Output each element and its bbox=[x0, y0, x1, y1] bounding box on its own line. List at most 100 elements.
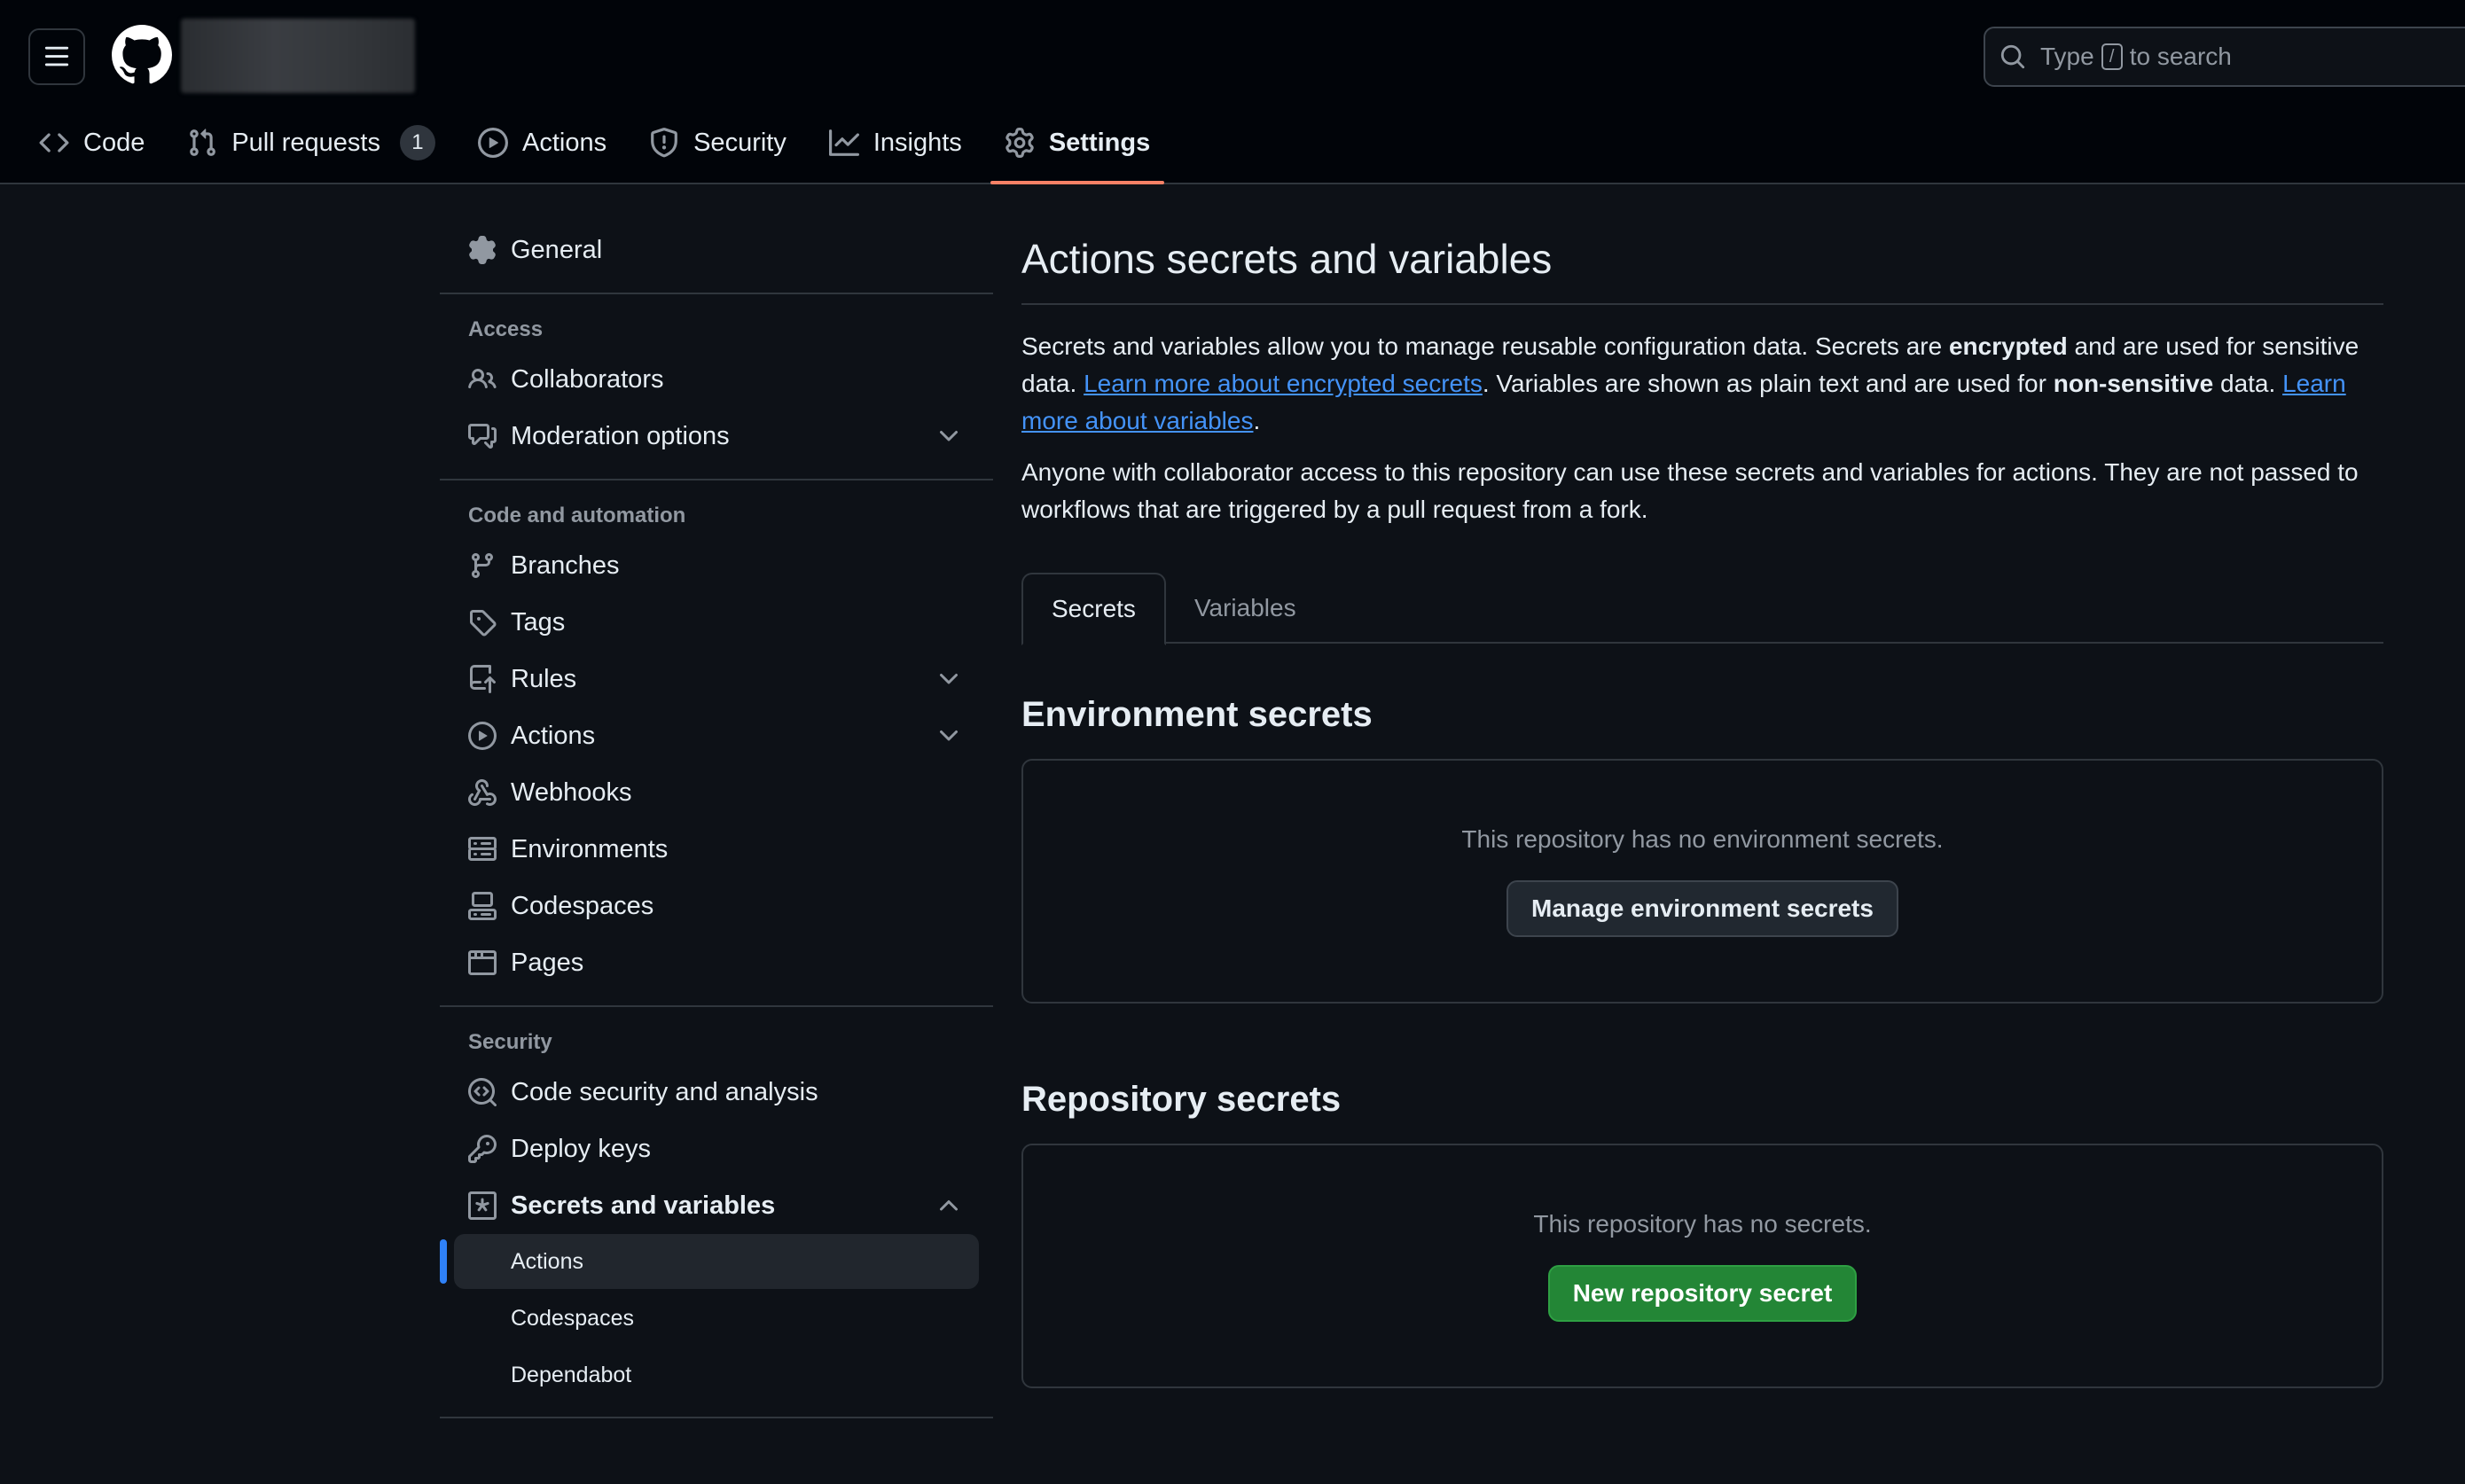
git-pull-request-icon bbox=[190, 129, 216, 156]
sidebar-item-collaborators[interactable]: Collaborators bbox=[440, 351, 993, 408]
page-title: Actions secrets and variables bbox=[1021, 222, 2383, 305]
description-text: . Variables are shown as plain text and … bbox=[1482, 370, 2054, 397]
chevron-down-icon[interactable] bbox=[935, 665, 963, 693]
tab-pull-requests[interactable]: Pull requests 1 bbox=[173, 115, 450, 170]
git-branch-icon bbox=[471, 553, 493, 579]
tab-settings-label: Settings bbox=[1048, 128, 1151, 157]
tab-secrets[interactable]: Secrets bbox=[1021, 573, 1166, 645]
people-icon bbox=[468, 368, 497, 389]
sidebar-divider bbox=[440, 1417, 993, 1418]
repository-secrets-heading: Repository secrets bbox=[1021, 1079, 1342, 1119]
sidebar-item-label: Code security and analysis bbox=[511, 1077, 818, 1106]
tab-actions[interactable]: Actions bbox=[464, 115, 621, 170]
app-header: Type / to search Code Pull requests 1 Ac… bbox=[0, 0, 2465, 184]
repo-nav: Code Pull requests 1 Actions Security In… bbox=[25, 115, 1178, 184]
sidebar-item-secrets-and-variables[interactable]: Secrets and variables bbox=[440, 1177, 993, 1234]
chevron-down-icon[interactable] bbox=[935, 722, 963, 750]
sidebar-item-label: Pages bbox=[511, 948, 584, 977]
tab-settings[interactable]: Settings bbox=[990, 115, 1165, 184]
repository-secrets-box: This repository has no secrets. New repo… bbox=[1021, 1144, 2383, 1388]
sidebar-item-label: Branches bbox=[511, 551, 620, 580]
tab-code[interactable]: Code bbox=[25, 115, 159, 170]
browser-icon bbox=[468, 950, 497, 975]
key-icon bbox=[468, 1135, 497, 1163]
search-suffix: to search bbox=[2129, 43, 2232, 70]
sidebar-item-rules[interactable]: Rules bbox=[440, 651, 993, 707]
sidebar-item-label: Moderation options bbox=[511, 421, 730, 450]
sidebar-subitem-actions[interactable]: Actions bbox=[440, 1234, 979, 1289]
sidebar-subitem-label: Actions bbox=[511, 1248, 583, 1274]
sidebar-heading-access: Access bbox=[468, 317, 544, 341]
sidebar-item-environments[interactable]: Environments bbox=[440, 821, 993, 878]
main-content: Actions secrets and variables Secrets an… bbox=[1021, 222, 2383, 1388]
environment-secrets-heading: Environment secrets bbox=[1021, 694, 1373, 734]
chevron-up-icon[interactable] bbox=[935, 1191, 963, 1220]
tab-insights[interactable]: Insights bbox=[815, 115, 976, 170]
description-text: Secrets and variables allow you to manag… bbox=[1021, 332, 1949, 360]
tab-insights-label: Insights bbox=[873, 128, 962, 157]
sidebar-item-tags[interactable]: Tags bbox=[440, 594, 993, 651]
tab-actions-label: Actions bbox=[521, 128, 607, 157]
search-shortcut-key: / bbox=[2101, 43, 2123, 70]
sidebar-item-label: Collaborators bbox=[511, 364, 664, 394]
search-placeholder: Type / to search bbox=[2040, 43, 2232, 71]
play-icon bbox=[477, 128, 508, 158]
sidebar-item-webhooks[interactable]: Webhooks bbox=[440, 764, 993, 821]
sidebar-heading-code-automation: Code and automation bbox=[468, 504, 686, 527]
webhook-icon bbox=[468, 778, 497, 806]
secrets-variables-tabs: Secrets Variables bbox=[1021, 573, 2383, 645]
new-repository-secret-button[interactable]: New repository secret bbox=[1547, 1265, 1858, 1322]
sidebar-heading-security: Security bbox=[468, 1030, 552, 1054]
environment-secrets-empty-text: This repository has no environment secre… bbox=[1461, 825, 1944, 853]
sidebar-item-label: Webhooks bbox=[511, 777, 632, 807]
sidebar-item-pages[interactable]: Pages bbox=[440, 934, 993, 991]
sidebar-item-label: Codespaces bbox=[511, 891, 654, 920]
sidebar-item-label: Actions bbox=[511, 721, 596, 750]
chevron-down-icon[interactable] bbox=[935, 422, 963, 450]
sidebar-item-general[interactable]: General bbox=[440, 222, 993, 278]
sidebar-divider bbox=[440, 1005, 993, 1007]
sidebar-item-label: Tags bbox=[511, 607, 566, 637]
asterisk-box-icon bbox=[468, 1191, 497, 1220]
code-icon bbox=[39, 133, 69, 152]
codespaces-icon bbox=[468, 892, 497, 920]
server-icon bbox=[468, 837, 497, 861]
pull-requests-count-badge: 1 bbox=[399, 125, 435, 160]
sidebar-item-label: Secrets and variables bbox=[511, 1191, 776, 1220]
repository-secrets-empty-text: This repository has no secrets. bbox=[1533, 1210, 1872, 1238]
sidebar-item-label: Environments bbox=[511, 834, 669, 863]
gear-icon bbox=[1006, 128, 1034, 158]
sidebar-item-label: General bbox=[511, 235, 603, 264]
tab-pull-requests-label: Pull requests bbox=[231, 128, 380, 157]
sidebar-item-actions[interactable]: Actions bbox=[440, 707, 993, 764]
sidebar-item-label: Rules bbox=[511, 664, 577, 693]
sidebar-item-codespaces[interactable]: Codespaces bbox=[440, 878, 993, 934]
codescan-icon bbox=[468, 1078, 497, 1106]
learn-encrypted-secrets-link[interactable]: Learn more about encrypted secrets bbox=[1084, 370, 1483, 397]
sidebar-subitem-codespaces[interactable]: Codespaces bbox=[454, 1291, 979, 1346]
github-logo-icon[interactable] bbox=[112, 25, 172, 85]
comment-discussion-icon bbox=[468, 424, 497, 449]
tab-code-label: Code bbox=[83, 128, 145, 157]
hamburger-icon bbox=[44, 46, 69, 66]
tag-icon bbox=[470, 610, 497, 637]
sidebar-item-branches[interactable]: Branches bbox=[440, 537, 993, 594]
description-paragraph: Secrets and variables allow you to manag… bbox=[1021, 328, 2383, 440]
graph-icon bbox=[828, 129, 859, 156]
sidebar-subitem-dependabot[interactable]: Dependabot bbox=[454, 1347, 979, 1402]
menu-button[interactable] bbox=[28, 28, 85, 85]
tab-variables[interactable]: Variables bbox=[1166, 573, 1325, 644]
collaborator-note: Anyone with collaborator access to this … bbox=[1021, 458, 2359, 523]
search-input[interactable]: Type / to search bbox=[1984, 27, 2465, 87]
sidebar-subitem-label: Codespaces bbox=[511, 1305, 634, 1331]
sidebar-item-label: Deploy keys bbox=[511, 1134, 651, 1163]
description-text: . bbox=[1253, 407, 1261, 434]
repository-name-redacted[interactable] bbox=[181, 19, 415, 93]
sidebar-subitem-label: Dependabot bbox=[511, 1362, 632, 1387]
tab-security[interactable]: Security bbox=[635, 115, 801, 170]
sidebar-item-moderation-options[interactable]: Moderation options bbox=[440, 408, 993, 465]
sidebar-item-deploy-keys[interactable]: Deploy keys bbox=[440, 1121, 993, 1177]
description-emphasis: non-sensitive bbox=[2053, 370, 2214, 397]
sidebar-item-code-security[interactable]: Code security and analysis bbox=[440, 1064, 993, 1121]
manage-environment-secrets-button[interactable]: Manage environment secrets bbox=[1506, 880, 1898, 937]
